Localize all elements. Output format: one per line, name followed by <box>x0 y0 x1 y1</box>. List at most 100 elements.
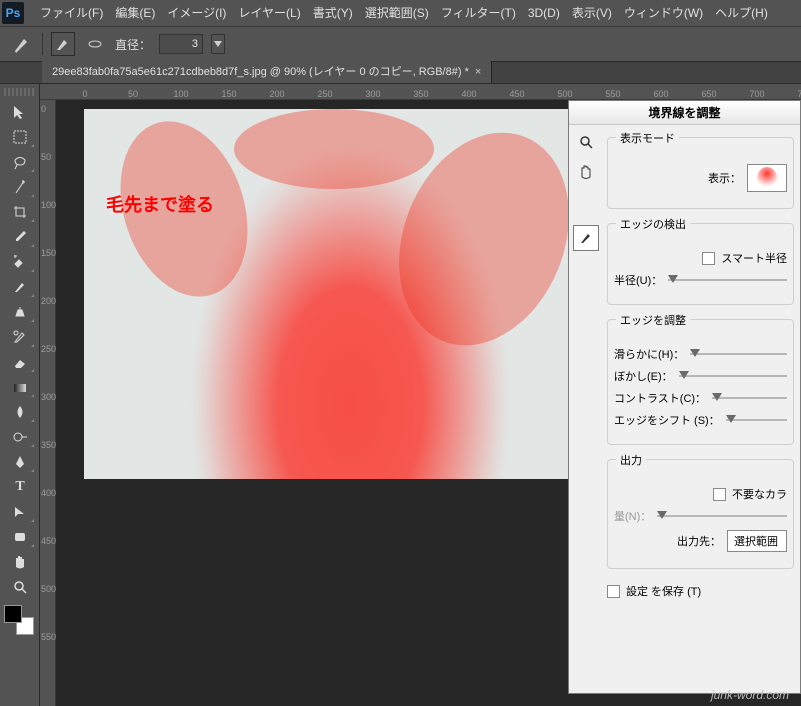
menu-window[interactable]: ウィンドウ(W) <box>618 0 709 26</box>
mask-strokes <box>84 109 568 479</box>
hand-panel-tool[interactable] <box>573 159 599 185</box>
app-logo: Ps <box>2 2 24 24</box>
view-mode-button[interactable] <box>747 164 787 192</box>
ruler-tick: 500 <box>557 89 572 99</box>
menu-bar: Ps ファイル(F) 編集(E) イメージ(I) レイヤー(L) 書式(Y) 選… <box>0 0 801 26</box>
logo-text: Ps <box>6 6 21 20</box>
contrast-slider[interactable] <box>712 391 787 405</box>
amount-label: 量(N)： <box>614 508 651 524</box>
radius-slider[interactable] <box>668 273 787 287</box>
diameter-dropdown[interactable] <box>211 34 225 54</box>
ruler-tick: 400 <box>461 89 476 99</box>
group-edge-detection: エッジの検出 スマート半径 半径(U)： <box>607 223 794 305</box>
color-swatches[interactable] <box>4 605 36 637</box>
output-label: 出力 <box>616 452 646 468</box>
menu-layer[interactable]: レイヤー(L) <box>232 0 306 26</box>
view-mode-label: 表示モード <box>616 130 679 146</box>
history-brush-tool[interactable] <box>4 325 36 349</box>
shape-tool[interactable] <box>4 525 36 549</box>
artboard[interactable]: 毛先まで塗る <box>84 109 568 479</box>
toolbox: T <box>0 84 40 706</box>
ruler-tick: 100 <box>173 89 188 99</box>
group-output: 出力 不要なカラ 量(N)： 出力先： 選択範囲 <box>607 459 794 569</box>
ruler-tick: 150 <box>41 248 56 258</box>
path-selection-tool[interactable] <box>4 500 36 524</box>
menu-edit[interactable]: 編集(E) <box>109 0 161 26</box>
feather-label: ぼかし(E)： <box>614 368 673 384</box>
marquee-tool[interactable] <box>4 125 36 149</box>
group-adjust-edge: エッジを調整 滑らかに(H)： ぼかし(E)： コントラスト(C)： エッジをシ… <box>607 319 794 445</box>
annotation-text: 毛先まで塗る <box>106 191 214 217</box>
blur-tool[interactable] <box>4 400 36 424</box>
refine-edge-panel: 境界線を調整 表示モード 表示： エッジの検出 スマート半径 半径(U)： <box>568 100 801 694</box>
diameter-label: 直径： <box>115 36 151 53</box>
magic-wand-tool[interactable] <box>4 175 36 199</box>
menu-help[interactable]: ヘルプ(H) <box>709 0 774 26</box>
document-tab-bar: 29ee83fab0fa75a5e61c271cdbeb8d7f_s.jpg @… <box>0 62 801 84</box>
shift-edge-slider[interactable] <box>726 413 787 427</box>
ruler-tick: 450 <box>41 536 56 546</box>
hand-tool[interactable] <box>4 550 36 574</box>
ruler-tick: 450 <box>509 89 524 99</box>
ruler-tick: 150 <box>221 89 236 99</box>
group-view-mode: 表示モード 表示： <box>607 137 794 209</box>
smart-radius-label: スマート半径 <box>721 250 787 266</box>
panel-title: 境界線を調整 <box>569 101 800 125</box>
crop-tool[interactable] <box>4 200 36 224</box>
clone-stamp-tool[interactable] <box>4 300 36 324</box>
menu-file[interactable]: ファイル(F) <box>34 0 109 26</box>
current-tool-preset[interactable] <box>10 32 34 56</box>
refine-radius-tool[interactable] <box>573 225 599 251</box>
ruler-horizontal[interactable]: 0 50 100 150 200 250 300 350 400 450 500… <box>40 84 801 100</box>
toolbox-grip[interactable] <box>4 88 35 96</box>
menu-filter[interactable]: フィルター(T) <box>435 0 522 26</box>
output-to-label: 出力先： <box>677 533 721 549</box>
pen-tool[interactable] <box>4 450 36 474</box>
remember-settings-label: 設定 を保存 (T) <box>626 583 701 599</box>
ruler-tick: 400 <box>41 488 56 498</box>
eyedropper-tool[interactable] <box>4 225 36 249</box>
healing-brush-tool[interactable] <box>4 250 36 274</box>
move-tool[interactable] <box>4 100 36 124</box>
options-bar: 直径： 3 <box>0 26 801 62</box>
menu-3d[interactable]: 3D(D) <box>522 0 566 26</box>
decontaminate-label: 不要なカラ <box>732 486 787 502</box>
dodge-tool[interactable] <box>4 425 36 449</box>
zoom-panel-tool[interactable] <box>573 129 599 155</box>
brush-tool[interactable] <box>4 275 36 299</box>
eraser-tool[interactable] <box>4 350 36 374</box>
close-tab-icon[interactable]: × <box>475 61 481 83</box>
ruler-tick: 700 <box>749 89 764 99</box>
menu-view[interactable]: 表示(V) <box>566 0 618 26</box>
remember-settings-checkbox[interactable] <box>607 585 620 598</box>
diameter-input[interactable]: 3 <box>159 34 203 54</box>
decontaminate-checkbox[interactable] <box>713 488 726 501</box>
ruler-tick: 100 <box>41 200 56 210</box>
ruler-vertical[interactable]: 0 50 100 150 200 250 300 350 400 450 500… <box>40 100 56 706</box>
ruler-tick: 300 <box>41 392 56 402</box>
type-tool[interactable]: T <box>4 475 36 499</box>
smart-radius-checkbox[interactable] <box>702 252 715 265</box>
output-to-select[interactable]: 選択範囲 <box>727 530 787 552</box>
feather-slider[interactable] <box>679 369 787 383</box>
ruler-tick: 50 <box>41 152 51 162</box>
ruler-tick: 200 <box>269 89 284 99</box>
ruler-tick: 200 <box>41 296 56 306</box>
ruler-tick: 250 <box>41 344 56 354</box>
show-label: 表示： <box>708 170 741 186</box>
lasso-tool[interactable] <box>4 150 36 174</box>
smooth-label: 滑らかに(H)： <box>614 346 684 362</box>
zoom-tool[interactable] <box>4 575 36 599</box>
watermark: junk-word.com <box>711 688 789 702</box>
smooth-slider[interactable] <box>690 347 787 361</box>
foreground-color-swatch[interactable] <box>4 605 22 623</box>
brush-panel-button[interactable] <box>83 32 107 56</box>
amount-slider[interactable] <box>657 509 787 523</box>
menu-select[interactable]: 選択範囲(S) <box>359 0 435 26</box>
document-tab[interactable]: 29ee83fab0fa75a5e61c271cdbeb8d7f_s.jpg @… <box>42 61 492 83</box>
menu-type[interactable]: 書式(Y) <box>307 0 359 26</box>
gradient-tool[interactable] <box>4 375 36 399</box>
menu-image[interactable]: イメージ(I) <box>161 0 232 26</box>
brush-preset-button[interactable] <box>51 32 75 56</box>
document-tab-title: 29ee83fab0fa75a5e61c271cdbeb8d7f_s.jpg @… <box>52 61 469 83</box>
